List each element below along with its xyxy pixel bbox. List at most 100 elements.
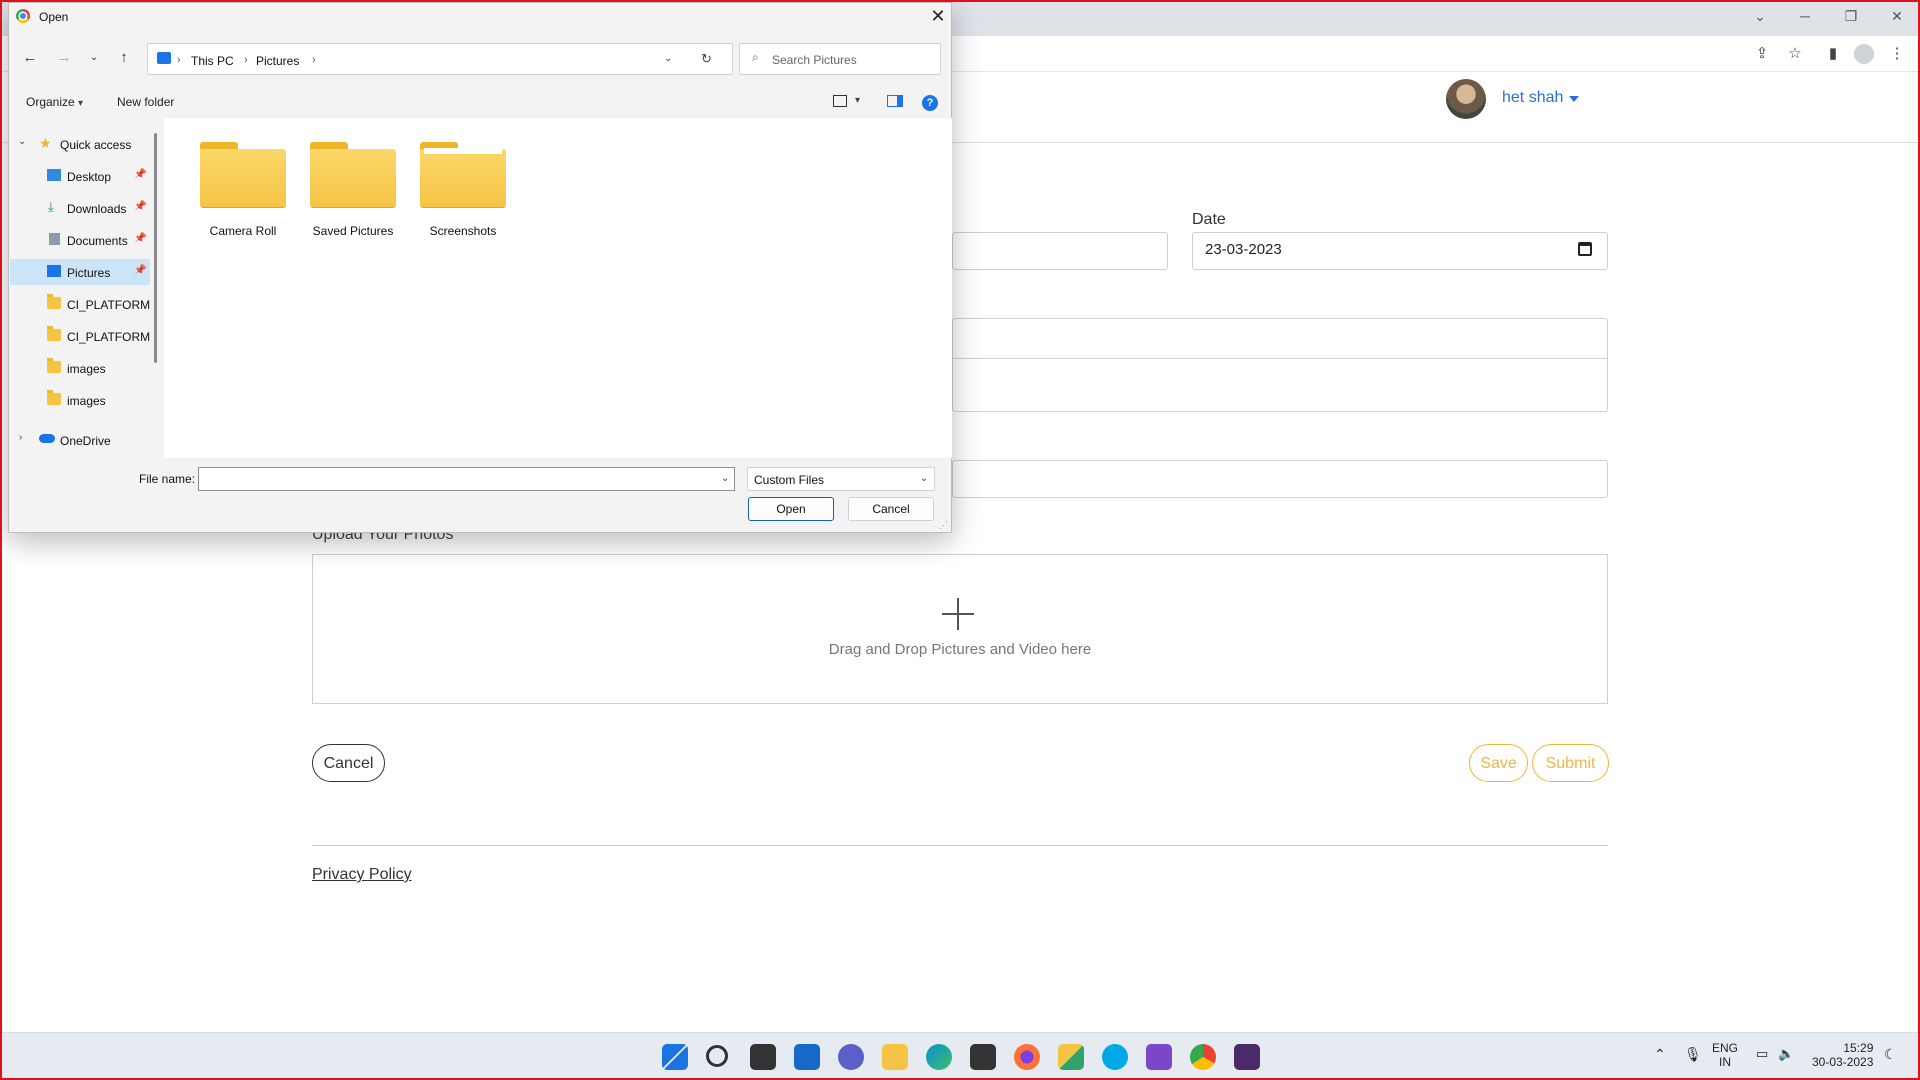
- help-icon[interactable]: ?: [922, 95, 938, 111]
- folder-name[interactable]: Saved Pictures: [298, 224, 408, 238]
- up-arrow-icon[interactable]: ↑: [113, 47, 135, 69]
- volume-icon[interactable]: 🔈: [1778, 1046, 1794, 1062]
- visual-studio-icon[interactable]: [1146, 1044, 1172, 1070]
- tab-search-chevron-icon[interactable]: ⌄: [1745, 6, 1775, 26]
- file-name-chevron-icon[interactable]: ⌄: [721, 473, 729, 484]
- app-icon[interactable]: [1234, 1044, 1260, 1070]
- avatar[interactable]: [1446, 79, 1486, 119]
- folder-icon[interactable]: [310, 142, 396, 207]
- title-input[interactable]: [952, 232, 1168, 270]
- editor-toolbar[interactable]: [952, 318, 1608, 358]
- nav-folder-ci-platform-2[interactable]: CI_PLATFORM-: [10, 323, 150, 349]
- edge-icon[interactable]: [926, 1044, 952, 1070]
- folder-name[interactable]: Camera Roll: [188, 224, 298, 238]
- folder-icon[interactable]: [420, 142, 506, 207]
- network-icon[interactable]: ▭: [1756, 1046, 1768, 1062]
- dialog-cancel-button[interactable]: Cancel: [848, 497, 934, 521]
- nav-onedrive[interactable]: › OneDrive: [10, 427, 150, 453]
- calendar-icon[interactable]: [1578, 242, 1592, 256]
- expand-chevron-icon[interactable]: ⌄: [18, 136, 26, 147]
- save-button[interactable]: Save: [1469, 744, 1528, 782]
- folder-icon: [47, 390, 61, 405]
- nav-item-label: CI_PLATFORM-: [67, 330, 150, 344]
- address-bar[interactable]: › This PC › Pictures › ⌄ ↻: [147, 43, 733, 75]
- page-cancel-button[interactable]: Cancel: [312, 744, 385, 782]
- nav-downloads[interactable]: ⤓ Downloads 📌: [10, 195, 150, 221]
- dialog-title: Open: [39, 10, 69, 24]
- clock-date: 30-03-2023: [1812, 1055, 1874, 1069]
- profile-icon[interactable]: [1854, 44, 1874, 64]
- close-window-button[interactable]: ✕: [1882, 6, 1912, 26]
- open-button[interactable]: Open: [748, 497, 834, 521]
- submit-button[interactable]: Submit: [1532, 744, 1609, 782]
- address-history-chevron-icon[interactable]: ⌄: [664, 53, 672, 64]
- snipping-tool-icon[interactable]: [1058, 1044, 1084, 1070]
- firefox-icon[interactable]: [1014, 1044, 1040, 1070]
- widgets-icon[interactable]: [794, 1044, 820, 1070]
- nav-quick-access[interactable]: ⌄ ★ Quick access: [10, 131, 150, 157]
- file-type-chevron-icon: ⌄: [920, 473, 929, 484]
- recent-locations-chevron-icon[interactable]: ⌄: [83, 47, 105, 69]
- organize-menu[interactable]: Organize ▾: [26, 95, 83, 109]
- microphone-icon[interactable]: 🎙: [1684, 1046, 1702, 1063]
- file-type-select[interactable]: Custom Files ⌄: [747, 467, 935, 491]
- search-icon[interactable]: [706, 1045, 728, 1067]
- nav-folder-images-2[interactable]: images: [10, 387, 150, 413]
- browser-menu-icon[interactable]: ⋮: [1886, 44, 1908, 64]
- view-options-chevron-icon[interactable]: ▾: [855, 95, 860, 106]
- tray-chevron-icon[interactable]: ⌃: [1654, 1046, 1666, 1063]
- nav-folder-images[interactable]: images: [10, 355, 150, 381]
- nav-folder-ci-platform[interactable]: CI_PLATFORM: [10, 291, 150, 317]
- user-name[interactable]: het shah: [1502, 89, 1563, 107]
- back-arrow-icon[interactable]: ←: [19, 47, 41, 69]
- restore-button[interactable]: ❐: [1836, 6, 1866, 26]
- nav-desktop[interactable]: Desktop 📌: [10, 163, 150, 189]
- view-options-icon[interactable]: [833, 95, 847, 107]
- folder-icon[interactable]: [200, 142, 286, 207]
- forward-arrow-icon[interactable]: →: [53, 47, 75, 69]
- expand-chevron-icon[interactable]: ›: [19, 432, 22, 443]
- refresh-icon[interactable]: ↻: [701, 51, 712, 67]
- open-file-dialog: Open ✕ ← → ⌄ ↑ › This PC › Pictures › ⌄ …: [8, 2, 952, 533]
- store-icon[interactable]: [970, 1044, 996, 1070]
- start-icon[interactable]: [662, 1044, 688, 1070]
- nav-pictures[interactable]: Pictures 📌: [10, 259, 150, 285]
- file-name-input[interactable]: ⌄: [198, 467, 735, 491]
- nav-scrollbar[interactable]: [154, 133, 157, 363]
- minimize-button[interactable]: ─: [1790, 6, 1820, 26]
- clock[interactable]: 15:29 30-03-2023: [1812, 1041, 1873, 1069]
- download-icon: ⤓: [48, 199, 54, 214]
- folder-icon: [47, 358, 61, 373]
- organize-chevron-icon: ▾: [78, 98, 84, 109]
- language-indicator[interactable]: ENG IN: [1712, 1041, 1738, 1069]
- photo-dropzone[interactable]: [312, 554, 1608, 704]
- chrome-icon[interactable]: [1190, 1044, 1216, 1070]
- chat-icon[interactable]: [838, 1044, 864, 1070]
- task-view-icon[interactable]: [750, 1044, 776, 1070]
- pin-icon: 📌: [134, 265, 147, 276]
- skype-icon[interactable]: [1102, 1044, 1128, 1070]
- folder-name[interactable]: Screenshots: [408, 224, 518, 238]
- privacy-policy-link[interactable]: Privacy Policy: [312, 866, 412, 884]
- user-menu-caret-icon[interactable]: [1569, 96, 1579, 102]
- breadcrumb-separator-icon: ›: [312, 54, 316, 66]
- search-input[interactable]: ⌕ Search Pictures: [739, 43, 941, 75]
- notifications-icon[interactable]: ☾: [1884, 1046, 1897, 1063]
- video-url-input[interactable]: [952, 460, 1608, 498]
- breadcrumb-separator-icon: ›: [244, 54, 248, 66]
- resize-grip-icon[interactable]: ⋰: [939, 520, 948, 531]
- new-folder-button[interactable]: New folder: [117, 95, 174, 109]
- dialog-close-button[interactable]: ✕: [927, 5, 949, 27]
- nav-documents[interactable]: Documents 📌: [10, 227, 150, 253]
- bookmark-star-icon[interactable]: ☆: [1784, 44, 1806, 64]
- preview-pane-icon[interactable]: [887, 95, 903, 107]
- file-explorer-icon[interactable]: [882, 1044, 908, 1070]
- description-editor[interactable]: [952, 358, 1608, 412]
- share-icon[interactable]: ⇪: [1751, 44, 1773, 64]
- pin-icon: 📌: [134, 169, 147, 180]
- plus-icon-vertical: [957, 598, 959, 630]
- breadcrumb-this-pc[interactable]: This PC: [191, 54, 234, 68]
- nav-item-label: images: [67, 362, 106, 376]
- side-panel-icon[interactable]: ▮: [1822, 44, 1844, 64]
- breadcrumb-pictures[interactable]: Pictures: [256, 54, 299, 68]
